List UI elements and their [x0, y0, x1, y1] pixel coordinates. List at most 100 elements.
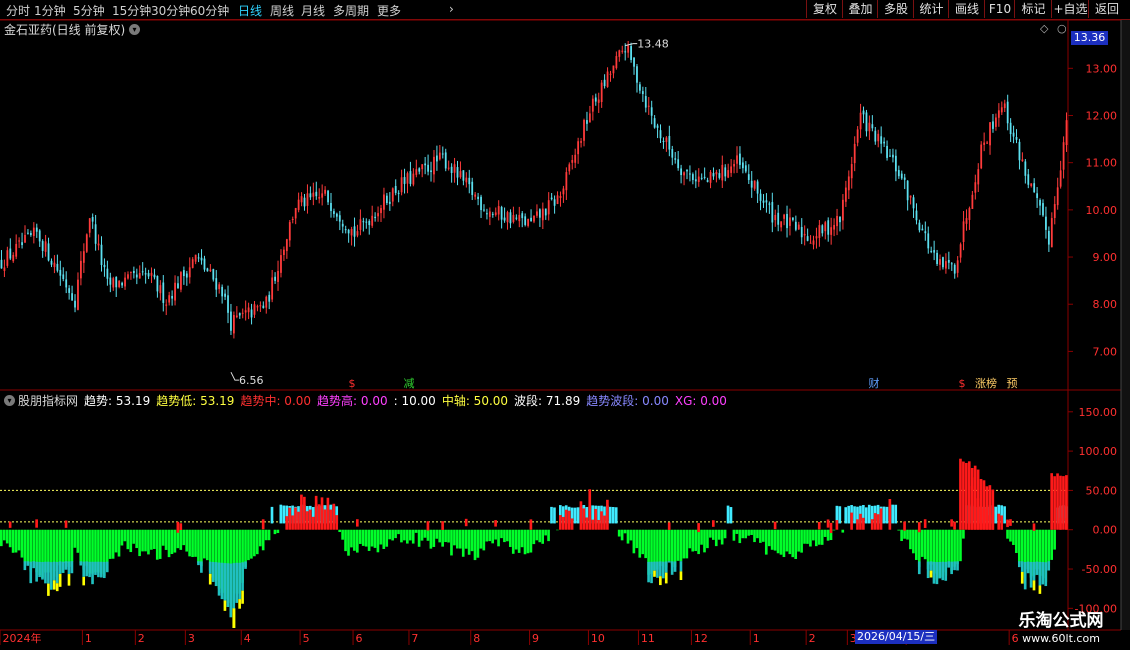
candle-body-42 [124, 277, 126, 287]
candle-body-282 [830, 227, 833, 235]
candle-body-341 [1003, 103, 1006, 109]
candle-body-152 [447, 167, 450, 169]
ind-bar-cyan-79 [232, 563, 236, 610]
ind-bar-redspike-278 [817, 521, 821, 530]
ind-bar-green-217 [638, 529, 642, 558]
ind-bar-red-102 [300, 494, 303, 530]
candle-body-208 [612, 65, 615, 74]
ind-bar-green-50 [147, 529, 150, 555]
candle-body-63 [185, 273, 188, 278]
indicator-tick-label-0: 150.00 [1079, 406, 1118, 419]
ind-bar-green-234 [688, 529, 692, 549]
ind-bar-green-210 [617, 529, 621, 537]
time-label-7: 7 [411, 632, 418, 645]
event-marker-2: 财 [869, 376, 880, 390]
ind-bar-green-136 [400, 529, 403, 543]
candle-body-213 [627, 45, 630, 53]
ind-bar-green-233 [685, 529, 689, 559]
candle-body-150 [441, 153, 444, 155]
candle-body-348 [1024, 161, 1027, 176]
candle-body-116 [341, 223, 344, 227]
candle-body-326 [959, 244, 962, 258]
candle-body-310 [912, 197, 915, 209]
ind-bar-green-24 [70, 529, 74, 562]
ind-bar-green-117 [344, 529, 347, 552]
ind-bar-green-153 [450, 529, 453, 556]
candle-body-294 [865, 112, 868, 132]
candle-body-65 [191, 259, 194, 268]
watermark-name: 乐淘公式网 [1018, 611, 1104, 631]
candle-body-12 [35, 227, 38, 232]
ind-bar-green-286 [841, 529, 845, 533]
candle-body-113 [333, 211, 335, 214]
candle-body-34 [100, 244, 103, 266]
ind-bar-green-115 [338, 529, 341, 533]
ind-bar-green-254 [747, 529, 750, 536]
candle-body-263 [774, 214, 777, 221]
ind-bar-red-291 [856, 519, 859, 530]
ind-bar-yellow-222 [653, 570, 656, 577]
ind-bar-green-307 [903, 529, 906, 539]
candle-body-22 [65, 279, 68, 288]
ind-bar-green-309 [909, 529, 912, 550]
ind-bar-cyan-34 [100, 561, 103, 578]
candle-body-305 [897, 170, 900, 177]
candle-body-155 [456, 167, 459, 178]
ind-bar-green-176 [517, 529, 521, 553]
candle-body-223 [656, 125, 659, 128]
indicator-tick-label-3: 0.00 [1093, 524, 1118, 537]
ind-bar-green-218 [641, 529, 645, 555]
candle-body-120 [353, 226, 356, 237]
ind-bar-yellow-231 [679, 571, 683, 581]
ind-bar-red-192 [564, 509, 568, 530]
ind-bar-yellow-23 [67, 574, 71, 586]
ind-bar-cyan-81 [238, 562, 241, 600]
ind-bar-green-231 [679, 529, 683, 562]
ind-bar-green-118 [347, 529, 350, 556]
candle-body-78 [230, 311, 232, 331]
candle-body-149 [438, 152, 441, 160]
ind-bar-cyan-80 [235, 562, 239, 603]
ind-bar-redtail-360 [1059, 475, 1062, 530]
indicator-name: 股朋指标网 [18, 394, 79, 408]
candle-body-214 [630, 46, 632, 60]
candle-body-234 [689, 173, 691, 175]
candle-body-252 [741, 162, 744, 169]
candle-body-115 [338, 215, 341, 222]
ind-bar-green-243 [714, 529, 718, 547]
ind-bar-cyan-223 [656, 561, 659, 578]
ind-bar-green-126 [370, 529, 374, 547]
ind-bar-cyan-12 [35, 561, 38, 582]
candle-body-82 [241, 312, 244, 314]
candle-body-57 [168, 295, 171, 303]
ind-bar-red-198 [582, 508, 586, 530]
candle-body-312 [918, 222, 921, 231]
ind-bar-green-37 [108, 529, 112, 559]
ind-bar-green-238 [700, 529, 703, 545]
ind-bar-cyan-231 [679, 561, 683, 572]
ind-bar-yellow-18 [52, 580, 56, 590]
ind-bar-green-343 [1009, 529, 1012, 542]
ind-bar-green-123 [361, 529, 365, 546]
candle-body-154 [453, 164, 456, 173]
ind-bar-cyan-324 [953, 561, 956, 571]
ind-bar-red-199 [585, 517, 589, 530]
ind-bar-cyan-221 [650, 561, 653, 584]
ind-bar-cyan-22 [64, 561, 68, 570]
candle-body-19 [56, 263, 59, 271]
time-label-11: 11 [641, 632, 655, 645]
ind-bar-redblock-326 [959, 458, 962, 530]
ind-bar-green-167 [491, 529, 494, 544]
ind-bar-green-151 [444, 529, 447, 543]
ind-bar-red-302 [888, 499, 892, 530]
candle-body-342 [1006, 101, 1009, 124]
candle-body-336 [989, 122, 991, 146]
ind-bar-green-40 [117, 529, 121, 557]
candle-body-211 [621, 50, 624, 52]
indicator-value-7: 趋势波段: 0.00 [586, 394, 669, 408]
ind-bar-ltcyan-195 [573, 507, 577, 524]
candle-body-354 [1042, 203, 1044, 216]
candle-body-304 [894, 155, 897, 172]
ind-bar-green-169 [497, 529, 500, 547]
ind-bar-green-150 [441, 529, 444, 547]
